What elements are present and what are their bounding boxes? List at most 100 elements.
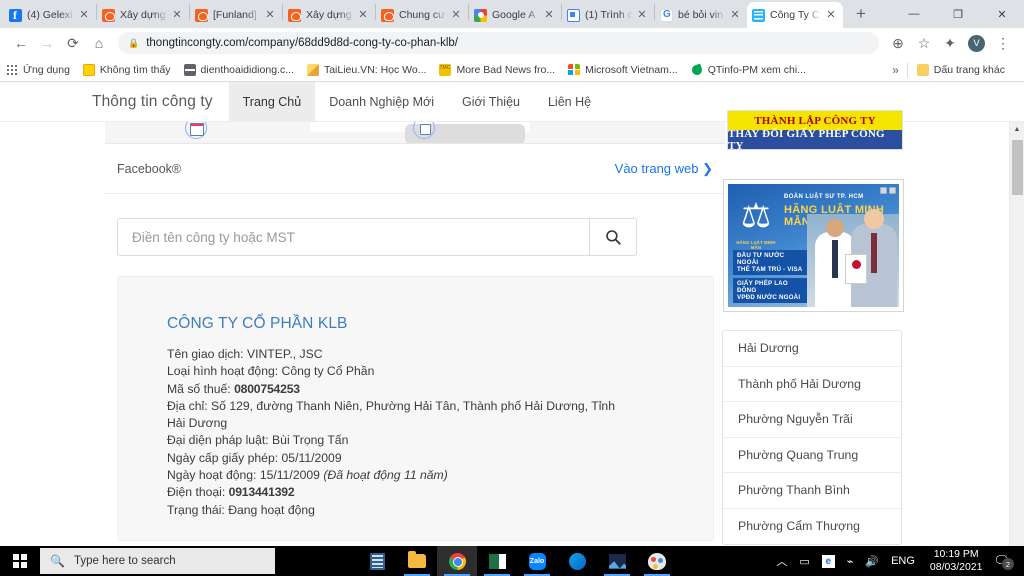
notification-center-button[interactable]: 🗨 2 bbox=[991, 553, 1018, 570]
tray-overflow-icon[interactable]: ︿ bbox=[770, 553, 793, 569]
location-item[interactable]: Phường Thanh Bình bbox=[723, 473, 901, 509]
ad-service-item: VPĐD NƯỚC NGOÀI bbox=[733, 292, 807, 303]
bookmark-item[interactable]: Không tìm thấy bbox=[82, 63, 171, 76]
location-item[interactable]: Phường Nguyễn Trãi bbox=[723, 402, 901, 438]
language-indicator[interactable]: ENG bbox=[885, 555, 921, 567]
back-button[interactable]: ← bbox=[8, 30, 34, 56]
company-name[interactable]: CÔNG TY CỔ PHẦN KLB bbox=[167, 315, 713, 333]
other-bookmarks-label: Dấu trang khác bbox=[933, 63, 1005, 76]
photos-icon bbox=[608, 553, 626, 569]
browser-tab[interactable]: Xây dựng ✕ bbox=[97, 2, 189, 28]
browser-tab[interactable]: (1) Trình c ✕ bbox=[562, 2, 654, 28]
ad-info-icon[interactable] bbox=[880, 187, 887, 194]
taskbar-search-input[interactable]: 🔍 Type here to search bbox=[40, 548, 275, 574]
page-scrollbar[interactable]: ▲ ▼ bbox=[1009, 122, 1024, 546]
bookmarks-overflow-icon[interactable]: » bbox=[884, 63, 907, 77]
address-label: Địa chỉ: bbox=[167, 398, 208, 413]
tab-close-icon[interactable]: ✕ bbox=[77, 8, 91, 22]
nav-lien-he[interactable]: Liên Hệ bbox=[534, 82, 605, 121]
clock-time: 10:19 PM bbox=[933, 548, 979, 560]
address-bar[interactable]: 🔒 thongtincongty.com/company/68dd9d8d-co… bbox=[118, 32, 879, 54]
minimize-button[interactable]: — bbox=[892, 0, 936, 28]
tab-close-icon[interactable]: ✕ bbox=[824, 8, 838, 22]
taskbar-edge[interactable] bbox=[557, 546, 597, 576]
taskbar-calculator[interactable] bbox=[357, 546, 397, 576]
browser-tab[interactable]: [Funland] ✕ bbox=[190, 2, 282, 28]
ad-brand-small: HÃNG LUẬT MINH MẪN bbox=[736, 240, 776, 250]
taskbar-excel[interactable] bbox=[477, 546, 517, 576]
tab-close-icon[interactable]: ✕ bbox=[542, 8, 556, 22]
reload-button[interactable]: ⟳ bbox=[60, 30, 86, 56]
location-item[interactable]: Thành phố Hải Dương bbox=[723, 367, 901, 402]
bookmark-label: QTinfo-PM xem chi... bbox=[707, 63, 806, 76]
browser-tab[interactable]: Chung cư ✕ bbox=[376, 2, 468, 28]
orange-site-icon bbox=[195, 8, 208, 22]
bookmark-item[interactable]: QTinfo-PM xem chi... bbox=[690, 63, 806, 76]
tab-close-icon[interactable]: ✕ bbox=[263, 8, 277, 22]
volume-icon[interactable]: 🔊 bbox=[859, 555, 885, 568]
forward-button[interactable]: → bbox=[34, 30, 60, 56]
taskbar-paint[interactable] bbox=[637, 546, 677, 576]
location-item[interactable]: Hải Dương bbox=[723, 331, 901, 367]
wifi-icon[interactable]: ⌁ bbox=[841, 555, 860, 568]
hardware-icon[interactable]: ▭ bbox=[793, 555, 815, 568]
maximize-button[interactable]: ❐ bbox=[936, 0, 980, 28]
folder-icon bbox=[916, 63, 929, 76]
orange-site-icon bbox=[381, 8, 394, 22]
extensions-icon[interactable]: ✦ bbox=[937, 30, 963, 56]
taskbar-file-explorer[interactable] bbox=[397, 546, 437, 576]
nav-gioi-thieu[interactable]: Giới Thiệu bbox=[448, 82, 534, 121]
close-window-button[interactable]: ✕ bbox=[980, 0, 1024, 28]
chrome-menu-icon[interactable]: ⋮ bbox=[990, 30, 1016, 56]
bookmark-label: Ứng dụng bbox=[23, 63, 70, 76]
excel-icon bbox=[488, 553, 506, 569]
ad-close-icon[interactable] bbox=[889, 187, 896, 194]
taskbar-chrome[interactable] bbox=[437, 546, 477, 576]
bookmark-item[interactable]: dienthoaididiong.c... bbox=[183, 63, 294, 76]
browser-tab[interactable]: Xây dựng ✕ bbox=[283, 2, 375, 28]
search-input[interactable]: Điền tên công ty hoặc MST bbox=[117, 218, 590, 256]
ad-banner-top[interactable]: THÀNH LẬP CÔNG TY THAY ĐỔI GIẤY PHÉP CÔN… bbox=[727, 110, 903, 150]
taskbar-clock[interactable]: 10:19 PM 08/03/2021 bbox=[921, 548, 992, 574]
edge-tray-icon[interactable]: e bbox=[821, 554, 835, 568]
nav-trang-chu[interactable]: Trang Chủ bbox=[228, 82, 316, 121]
browser-tab[interactable]: bé bỏi vin ✕ bbox=[655, 2, 747, 28]
scroll-up-arrow-icon[interactable]: ▲ bbox=[1010, 122, 1024, 137]
bookmark-label: More Bad News fro... bbox=[456, 63, 556, 76]
tab-close-icon[interactable]: ✕ bbox=[728, 8, 742, 22]
nav-doanh-nghiep-moi[interactable]: Doanh Nghiệp Mới bbox=[315, 82, 448, 121]
zoom-icon[interactable]: ⊕ bbox=[885, 30, 911, 56]
tax-label: Mã số thuế: bbox=[167, 381, 231, 396]
browser-tab[interactable]: (4) Gelexi ✕ bbox=[4, 2, 96, 28]
tab-close-icon[interactable]: ✕ bbox=[449, 8, 463, 22]
tab-close-icon[interactable]: ✕ bbox=[356, 8, 370, 22]
new-tab-button[interactable]: + bbox=[848, 2, 874, 28]
taskbar-photos[interactable] bbox=[597, 546, 637, 576]
bookmark-item[interactable]: More Bad News fro... bbox=[439, 63, 556, 76]
bookmark-star-icon[interactable]: ☆ bbox=[911, 30, 937, 56]
site-brand[interactable]: Thông tin công ty bbox=[78, 82, 229, 121]
ad-controls[interactable] bbox=[880, 187, 896, 194]
home-button[interactable]: ⌂ bbox=[86, 30, 112, 56]
location-item[interactable]: Phường Quang Trung bbox=[723, 438, 901, 473]
bookmark-item[interactable]: TaiLieu.VN: Học Wo... bbox=[306, 63, 426, 76]
ad-banner-overlay[interactable]: ⚖ HÃNG LUẬT MINH MẪN ĐOÀN LUẬT SƯ TP. HC… bbox=[723, 179, 904, 312]
location-item[interactable]: Phường Cẩm Thượng bbox=[723, 509, 901, 545]
taskbar-zalo[interactable]: Zalo bbox=[517, 546, 557, 576]
top-banner-clipped[interactable] bbox=[105, 122, 725, 144]
orange-site-icon bbox=[102, 8, 115, 22]
scrollbar-thumb[interactable] bbox=[1012, 140, 1023, 195]
tailieu-icon bbox=[306, 63, 319, 76]
other-bookmarks-item[interactable]: Dấu trang khác bbox=[916, 63, 1005, 76]
tab-close-icon[interactable]: ✕ bbox=[170, 8, 184, 22]
bookmark-item[interactable]: Microsoft Vietnam... bbox=[568, 63, 678, 76]
profile-avatar[interactable]: V bbox=[968, 34, 985, 52]
browser-tab[interactable]: Google A ✕ bbox=[469, 2, 561, 28]
window-controls: — ❐ ✕ bbox=[892, 0, 1024, 28]
search-button[interactable] bbox=[590, 218, 637, 256]
start-button[interactable] bbox=[0, 546, 40, 576]
tab-close-icon[interactable]: ✕ bbox=[635, 8, 649, 22]
facebook-visit-link[interactable]: Vào trang web ❯ bbox=[615, 161, 713, 177]
bookmark-item[interactable]: Ứng dụng bbox=[6, 63, 70, 76]
browser-tab-active[interactable]: Công Ty C ✕ bbox=[747, 2, 843, 28]
